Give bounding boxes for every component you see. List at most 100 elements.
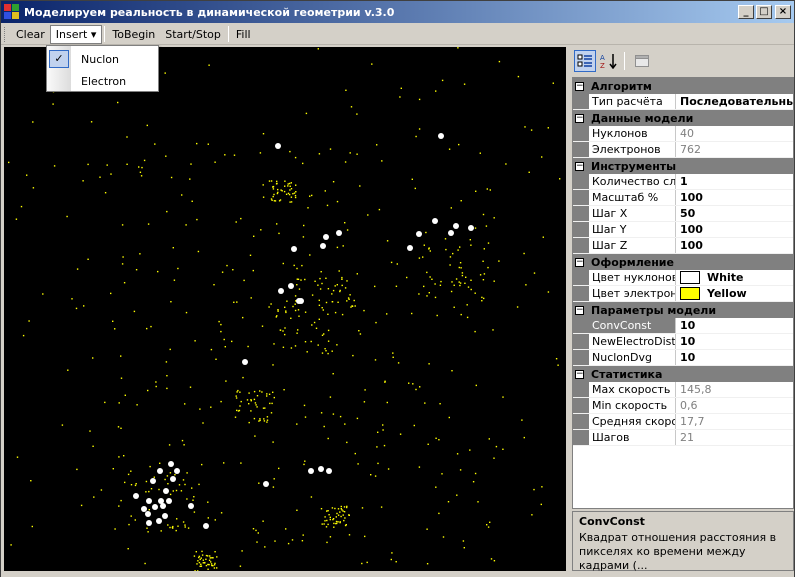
property-name[interactable]: Цвет нуклонов	[589, 270, 676, 285]
electron-dot	[118, 402, 120, 404]
electron-dot	[260, 229, 262, 231]
nucleon-dot	[150, 478, 156, 484]
property-name[interactable]: Цвет электронов	[589, 286, 676, 301]
property-name[interactable]: NuclonDvg	[589, 350, 676, 365]
collapse-icon[interactable]: −	[573, 78, 586, 94]
property-name[interactable]: Шаг X	[589, 206, 676, 221]
nucleon-dot	[453, 223, 459, 229]
property-row[interactable]: Шаг Y 100	[573, 222, 793, 238]
collapse-icon[interactable]: −	[573, 366, 586, 382]
electron-dot	[431, 278, 433, 280]
electron-dot	[317, 48, 319, 50]
collapse-icon[interactable]: −	[573, 110, 586, 126]
property-name[interactable]: ConvConst	[589, 318, 676, 333]
menu-item-nuclon[interactable]: ✓ Nuclon	[47, 48, 158, 70]
property-value[interactable]: White	[676, 270, 793, 285]
fill-button[interactable]: Fill	[231, 26, 256, 43]
property-pages-icon[interactable]	[631, 50, 653, 72]
electron-dot	[87, 258, 89, 260]
category-header[interactable]: − Инструменты	[573, 158, 793, 174]
electron-dot	[169, 348, 171, 351]
property-name[interactable]: NewElectroDist	[589, 334, 676, 349]
category-header[interactable]: − Алгоритм	[573, 78, 793, 94]
property-row[interactable]: Шаг Z 100	[573, 238, 793, 254]
toolbar-grip[interactable]	[4, 26, 7, 42]
maximize-button[interactable]: □	[756, 5, 772, 19]
alphabetical-icon[interactable]: A Z	[598, 50, 620, 72]
electron-dot	[341, 509, 343, 511]
property-value[interactable]: 100	[676, 190, 793, 205]
electron-dot	[274, 540, 276, 542]
electron-dot	[8, 161, 10, 164]
insert-menu-button[interactable]: Insert ▾	[49, 24, 103, 44]
property-row[interactable]: NewElectroDist 10	[573, 334, 793, 350]
electron-dot	[460, 313, 462, 316]
property-name[interactable]: Средняя скорость	[589, 414, 676, 429]
property-row[interactable]: Min скорость 0,6	[573, 398, 793, 414]
property-value[interactable]: 50	[676, 206, 793, 221]
property-name[interactable]: Тип расчёта	[589, 94, 676, 109]
property-value[interactable]: 100	[676, 238, 793, 253]
property-row[interactable]: Цвет нуклонов White	[573, 270, 793, 286]
property-row[interactable]: Шагов 21	[573, 430, 793, 446]
minimize-button[interactable]: _	[738, 5, 754, 19]
property-row[interactable]: Количество слоёв1	[573, 174, 793, 190]
property-value[interactable]: Yellow	[676, 286, 793, 301]
to-begin-button[interactable]: ToBegin	[107, 26, 160, 43]
property-row[interactable]: Шаг X 50	[573, 206, 793, 222]
electron-dot	[343, 519, 345, 522]
property-value[interactable]: Последовательный	[676, 94, 793, 109]
start-stop-button[interactable]: Start/Stop	[160, 26, 226, 43]
categorized-icon[interactable]	[574, 49, 596, 72]
property-row[interactable]: NuclonDvg 10	[573, 350, 793, 366]
electron-dot	[344, 161, 347, 163]
collapse-icon[interactable]: −	[573, 254, 586, 270]
category-header[interactable]: − Статистика	[573, 366, 793, 382]
simulation-canvas[interactable]	[4, 47, 566, 571]
electron-dot	[273, 343, 275, 345]
close-button[interactable]: ×	[775, 5, 791, 19]
property-name[interactable]: Шагов	[589, 430, 676, 445]
particle-field[interactable]	[4, 47, 566, 571]
property-name[interactable]: Электронов	[589, 142, 676, 157]
electron-dot	[255, 529, 257, 532]
property-row[interactable]: ConvConst 10	[573, 318, 793, 334]
property-row[interactable]: Тип расчёта Последовательный	[573, 94, 793, 110]
property-value[interactable]: 100	[676, 222, 793, 237]
property-name[interactable]: Количество слоёв	[589, 174, 676, 189]
electron-dot	[272, 391, 274, 393]
property-value[interactable]: 1	[676, 174, 793, 189]
electron-dot	[184, 483, 186, 486]
nucleon-dot	[157, 468, 163, 474]
category-header[interactable]: − Параметры модели	[573, 302, 793, 318]
property-value[interactable]: 10	[676, 318, 793, 333]
electron-dot	[87, 163, 89, 166]
property-name[interactable]: Масштаб %	[589, 190, 676, 205]
category-header[interactable]: − Оформление	[573, 254, 793, 270]
property-name[interactable]: Шаг Y	[589, 222, 676, 237]
menu-item-electron[interactable]: Electron	[47, 70, 158, 92]
electron-dot	[147, 389, 149, 392]
electron-dot	[331, 350, 333, 352]
app-icon[interactable]	[4, 4, 20, 20]
property-grid[interactable]: − Алгоритм Тип расчёта Последовательный − Дан…	[572, 77, 794, 509]
category-header[interactable]: − Данные модели	[573, 110, 793, 126]
property-name[interactable]: Min скорость	[589, 398, 676, 413]
property-name[interactable]: Max скорость	[589, 382, 676, 397]
property-row[interactable]: Цвет электронов Yellow	[573, 286, 793, 302]
property-row[interactable]: Средняя скорость 17,7	[573, 414, 793, 430]
property-row[interactable]: Масштаб % 100	[573, 190, 793, 206]
property-row[interactable]: Max скорость 145,8	[573, 382, 793, 398]
title-bar[interactable]: Моделируем реальность в динамической гео…	[1, 1, 794, 23]
collapse-icon[interactable]: −	[573, 158, 586, 174]
clear-button[interactable]: Clear	[11, 26, 50, 43]
property-value[interactable]: 10	[676, 334, 793, 349]
property-name[interactable]: Нуклонов	[589, 126, 676, 141]
collapse-icon[interactable]: −	[573, 302, 586, 318]
property-row[interactable]: Электронов 762	[573, 142, 793, 158]
electron-dot	[250, 297, 252, 299]
property-row[interactable]: Нуклонов 40	[573, 126, 793, 142]
nucleon-dot	[308, 468, 314, 474]
property-value[interactable]: 10	[676, 350, 793, 365]
property-name[interactable]: Шаг Z	[589, 238, 676, 253]
